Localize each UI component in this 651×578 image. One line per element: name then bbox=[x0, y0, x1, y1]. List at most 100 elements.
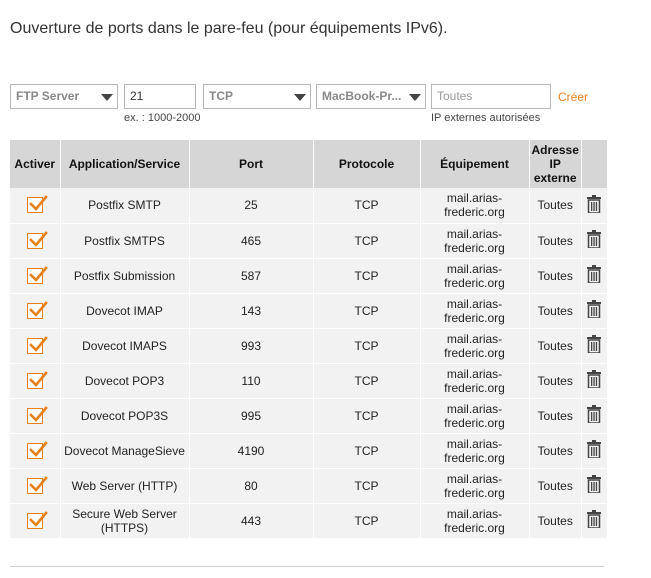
device-name-line: frederic.org bbox=[444, 485, 505, 500]
activate-checkbox[interactable] bbox=[26, 510, 48, 529]
activate-checkbox[interactable] bbox=[26, 300, 48, 319]
activate-checkbox[interactable] bbox=[26, 265, 48, 284]
device-name-line: frederic.org bbox=[444, 310, 505, 325]
create-button[interactable]: Créer bbox=[558, 90, 588, 104]
table-row: Postfix Submission 587 TCP mail.arias-frede… bbox=[10, 258, 608, 294]
device-cell: mail.arias-frederic.org bbox=[420, 503, 530, 539]
trash-icon[interactable] bbox=[587, 405, 602, 426]
trash-icon[interactable] bbox=[587, 335, 602, 356]
port-cell: 587 bbox=[189, 258, 314, 294]
service-cell: Dovecot POP3 bbox=[60, 363, 190, 399]
table-header-row: Activer Application/Service Port Protoco… bbox=[10, 140, 608, 188]
service-name-line: (HTTPS) bbox=[100, 520, 149, 535]
external-ip-cell: Toutes bbox=[529, 188, 582, 224]
external-ip-cell: Toutes bbox=[529, 398, 582, 434]
delete-cell bbox=[581, 468, 608, 504]
device-name-line: frederic.org bbox=[444, 520, 505, 535]
port-cell: 993 bbox=[189, 328, 314, 364]
external-ip-cell: Toutes bbox=[529, 503, 582, 539]
activate-checkbox[interactable] bbox=[26, 440, 48, 459]
trash-icon[interactable] bbox=[587, 510, 602, 531]
protocol-cell: TCP bbox=[313, 293, 421, 329]
delete-cell bbox=[581, 363, 608, 399]
header-application: Application/Service bbox=[60, 140, 190, 188]
header-activate: Activer bbox=[10, 140, 61, 188]
port-rules-table: Activer Application/Service Port Protoco… bbox=[10, 140, 608, 539]
table-row: Postfix SMTPS 465 TCP mail.arias-frederic.o… bbox=[10, 223, 608, 259]
device-name-line: frederic.org bbox=[444, 450, 505, 465]
device-name-line: mail.arias- bbox=[446, 226, 503, 241]
protocol-cell: TCP bbox=[313, 223, 421, 259]
header-port: Port bbox=[189, 140, 314, 188]
device-name-line: mail.arias- bbox=[446, 401, 503, 416]
device-name-line: frederic.org bbox=[444, 415, 505, 430]
activate-cell bbox=[10, 293, 61, 329]
port-input[interactable]: 21 bbox=[124, 84, 196, 109]
device-name-line: mail.arias- bbox=[446, 191, 503, 206]
service-name: Postfix SMTP bbox=[88, 198, 161, 213]
delete-cell bbox=[581, 433, 608, 469]
external-ip-cell: Toutes bbox=[529, 328, 582, 364]
page-title: Ouverture de ports dans le pare-feu (pou… bbox=[10, 20, 448, 37]
trash-icon[interactable] bbox=[587, 265, 602, 286]
trash-icon[interactable] bbox=[587, 440, 602, 461]
protocol-cell: TCP bbox=[313, 503, 421, 539]
device-name-line: mail.arias- bbox=[446, 506, 503, 521]
port-hint: ex. : 1000-2000 bbox=[124, 112, 201, 124]
header-protocol: Protocole bbox=[313, 140, 421, 188]
table-row: Dovecot POP3 110 TCP mail.arias-frederic.or… bbox=[10, 363, 608, 399]
delete-cell bbox=[581, 293, 608, 329]
protocol-cell: TCP bbox=[313, 398, 421, 434]
trash-icon[interactable] bbox=[587, 475, 602, 496]
device-cell: mail.arias-frederic.org bbox=[420, 188, 530, 224]
device-cell: mail.arias-frederic.org bbox=[420, 433, 530, 469]
header-external-ip-line: Adresse bbox=[531, 143, 579, 157]
activate-checkbox[interactable] bbox=[26, 370, 48, 389]
activate-checkbox[interactable] bbox=[26, 475, 48, 494]
header-external-ip-line: externe bbox=[533, 171, 577, 185]
device-cell: mail.arias-frederic.org bbox=[420, 468, 530, 504]
device-name-line: mail.arias- bbox=[446, 296, 503, 311]
delete-cell bbox=[581, 398, 608, 434]
table-row: Secure Web Server (HTTPS) 443 TCP mail.arias… bbox=[10, 503, 608, 539]
service-cell: Dovecot IMAP bbox=[60, 293, 190, 329]
device-select-value: MacBook-Pr... bbox=[322, 89, 402, 103]
external-ip-hint: IP externes autorisées bbox=[431, 112, 541, 124]
trash-icon[interactable] bbox=[587, 370, 602, 391]
external-ip-input[interactable]: Toutes bbox=[431, 84, 551, 109]
device-select[interactable]: MacBook-Pr... bbox=[316, 84, 426, 109]
activate-cell bbox=[10, 468, 61, 504]
port-cell: 465 bbox=[189, 223, 314, 259]
protocol-select[interactable]: TCP bbox=[203, 84, 311, 109]
external-ip-cell: Toutes bbox=[529, 363, 582, 399]
port-cell: 443 bbox=[189, 503, 314, 539]
external-ip-cell: Toutes bbox=[529, 468, 582, 504]
service-name-line: Secure Web Server bbox=[72, 506, 177, 521]
table-row: Dovecot ManageSieve 4190 TCP mail.arias-fre… bbox=[10, 433, 608, 469]
trash-icon[interactable] bbox=[587, 194, 602, 216]
service-name: Dovecot IMAP bbox=[86, 303, 163, 318]
port-cell: 110 bbox=[189, 363, 314, 399]
port-cell: 25 bbox=[189, 188, 314, 224]
header-device: Équipement bbox=[420, 140, 530, 188]
application-select[interactable]: FTP Server bbox=[10, 84, 118, 109]
application-select-value: FTP Server bbox=[16, 89, 80, 103]
activate-cell bbox=[10, 188, 61, 224]
activate-checkbox[interactable] bbox=[26, 230, 48, 249]
trash-icon[interactable] bbox=[587, 230, 602, 251]
activate-checkbox[interactable] bbox=[26, 405, 48, 424]
activate-cell bbox=[10, 363, 61, 399]
device-cell: mail.arias-frederic.org bbox=[420, 258, 530, 294]
activate-checkbox[interactable] bbox=[26, 195, 48, 214]
external-ip-cell: Toutes bbox=[529, 258, 582, 294]
service-cell: Web Server (HTTP) bbox=[60, 468, 190, 504]
protocol-cell: TCP bbox=[313, 363, 421, 399]
service-name: Dovecot POP3 bbox=[84, 373, 165, 388]
device-name-line: frederic.org bbox=[444, 275, 505, 290]
delete-cell bbox=[581, 258, 608, 294]
delete-cell bbox=[581, 328, 608, 364]
trash-icon[interactable] bbox=[587, 300, 602, 321]
device-name-line: mail.arias- bbox=[446, 261, 503, 276]
activate-checkbox[interactable] bbox=[26, 335, 48, 354]
service-cell: Dovecot ManageSieve bbox=[60, 433, 190, 469]
